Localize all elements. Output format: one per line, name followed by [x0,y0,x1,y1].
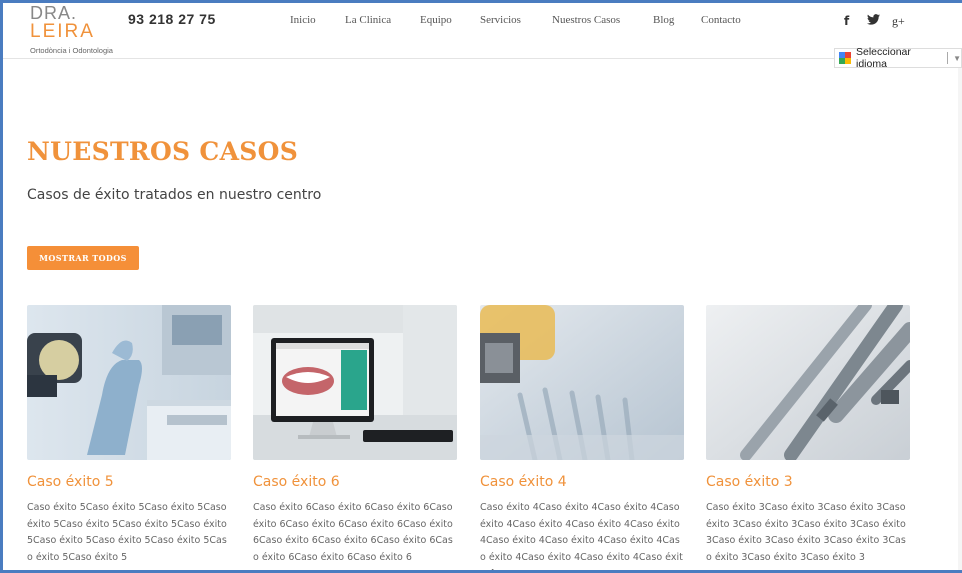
case-image-dental-drills[interactable] [706,305,910,460]
google-plus-icon[interactable]: g+ [892,14,905,29]
twitter-bird-shape [867,14,880,25]
nav-item-la-clinica[interactable]: La Clinica [345,14,391,26]
facebook-icon[interactable]: f [844,14,849,28]
nav-item-blog[interactable]: Blog [653,14,674,26]
language-label: Seleccionar idioma [856,46,911,70]
language-divider [947,52,949,64]
nav-item-inicio[interactable]: Inicio [290,14,316,26]
nav-item-servicios[interactable]: Servicios [480,14,521,26]
case-image-dental-tools[interactable] [480,305,684,460]
logo-line-2: LEIRA [30,21,95,42]
phone-number[interactable]: 93 218 27 75 [128,11,216,27]
case-description: Caso éxito 3Caso éxito 3Caso éxito 3Caso… [706,502,906,563]
case-card[interactable]: Caso éxito 5 Caso éxito 5Caso éxito 5Cas… [27,305,231,566]
case-image-dental-chair[interactable] [27,305,231,460]
language-selector[interactable]: Seleccionar idioma ▼ [834,46,962,70]
case-image-monitor-smile[interactable] [253,305,457,460]
site-logo[interactable]: DRA. LEIRA Ortodòncia i Odontologia [30,3,113,55]
case-card[interactable]: Caso éxito 6 Caso éxito 6Caso éxito 6Cas… [253,305,457,566]
twitter-icon[interactable] [867,14,880,28]
case-title[interactable]: Caso éxito 6 [253,474,457,490]
case-description: Caso éxito 5Caso éxito 5Caso éxito 5Caso… [27,502,227,563]
case-card[interactable]: Caso éxito 4 Caso éxito 4Caso éxito 4Cas… [480,305,684,573]
google-translate-icon [839,52,851,64]
case-title[interactable]: Caso éxito 3 [706,474,910,490]
right-edge [958,0,962,573]
case-title[interactable]: Caso éxito 4 [480,474,684,490]
case-title[interactable]: Caso éxito 5 [27,474,231,490]
page-subtitle: Casos de éxito tratados en nuestro centr… [27,187,322,203]
nav-item-equipo[interactable]: Equipo [420,14,452,26]
site-header: DRA. LEIRA Ortodòncia i Odontologia 93 2… [3,3,962,59]
logo-line-1: DRA. [30,3,78,23]
logo-tagline: Ortodòncia i Odontologia [30,46,113,55]
show-all-button[interactable]: MOSTRAR TODOS [27,246,139,270]
nav-item-contacto[interactable]: Contacto [701,14,741,26]
case-card[interactable]: Caso éxito 3 Caso éxito 3Caso éxito 3Cas… [706,305,910,566]
case-description: Caso éxito 6Caso éxito 6Caso éxito 6Caso… [253,502,453,563]
chevron-down-icon: ▼ [953,53,961,63]
nav-item-nuestros-casos[interactable]: Nuestros Casos [552,14,620,26]
page-title: NUESTROS CASOS [27,137,299,166]
case-description: Caso éxito 4Caso éxito 4Caso éxito 4Caso… [480,502,683,573]
